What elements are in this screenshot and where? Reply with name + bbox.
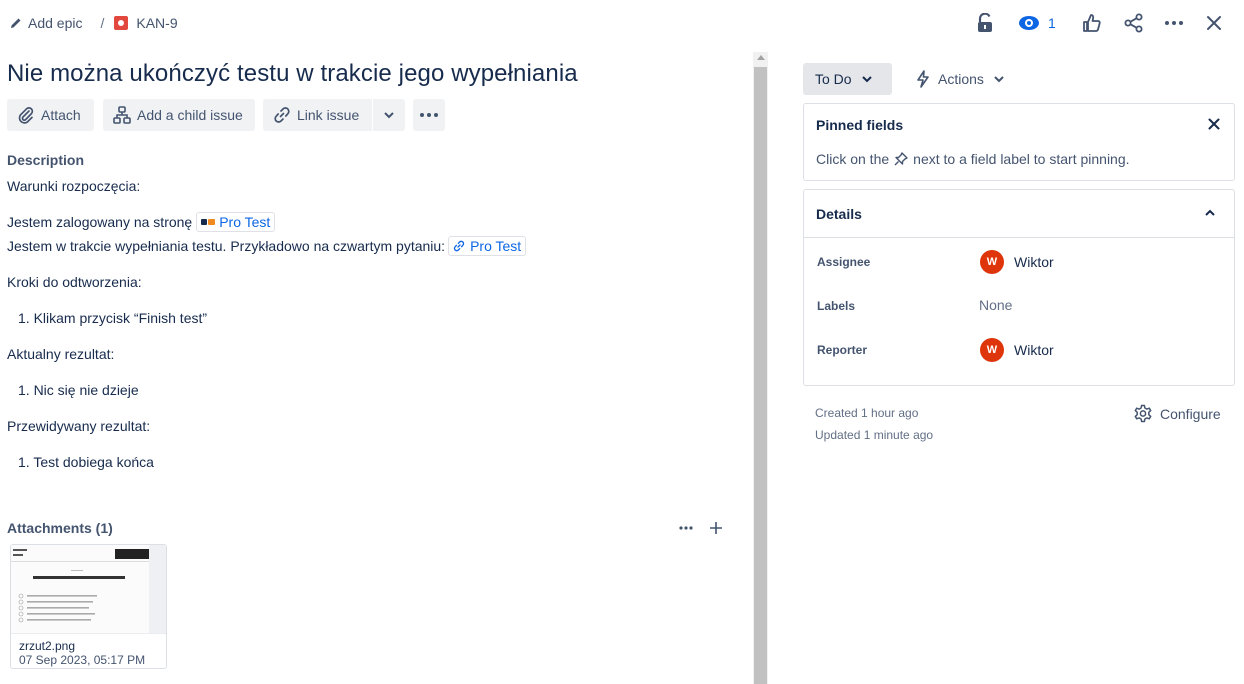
issue-key-link[interactable]: KAN-9 (136, 15, 177, 31)
description-line: Kroki do odtworzenia: (7, 274, 142, 290)
reporter-label: Reporter (817, 343, 868, 357)
pinned-hint-text: next to a field label to start pinning. (913, 151, 1130, 167)
share-icon[interactable] (1122, 11, 1146, 35)
assignee-name: Wiktor (1014, 254, 1054, 270)
pinned-fields-title: Pinned fields (816, 117, 904, 133)
smart-link-label: Pro Test (470, 238, 522, 254)
description-text: Jestem w trakcie wypełniania testu. Przy… (7, 238, 446, 254)
close-icon[interactable] (1202, 11, 1226, 35)
scroll-up-arrow-icon[interactable] (757, 55, 765, 60)
link-icon (273, 106, 291, 124)
site-favicon-icon (201, 218, 216, 226)
chevron-down-icon (994, 75, 1004, 83)
created-timestamp: Created 1 hour ago (815, 406, 919, 420)
add-child-label: Add a child issue (137, 107, 243, 123)
configure-label: Configure (1160, 406, 1221, 422)
description-line: Jestem w trakcie wypełniania testu. Przy… (7, 236, 527, 256)
actions-label: Actions (938, 71, 984, 87)
description-text: Jestem zalogowany na stronę (7, 214, 193, 230)
description-line: Aktualny rezultat: (7, 346, 115, 362)
chevron-up-icon (1205, 209, 1215, 216)
assignee-label: Assignee (817, 255, 871, 269)
updated-timestamp: Updated 1 minute ago (815, 428, 934, 442)
status-dropdown[interactable]: To Do (803, 63, 892, 95)
reporter-field[interactable]: W Wiktor (980, 338, 1054, 362)
status-label: To Do (815, 71, 852, 87)
configure-button[interactable]: Configure (1133, 404, 1221, 424)
avatar: W (980, 250, 1004, 274)
link-issue-button[interactable]: Link issue (263, 99, 372, 131)
lightning-icon (916, 70, 930, 88)
more-actions-button[interactable] (413, 99, 445, 131)
description-heading: Description (7, 152, 85, 168)
gear-icon (1133, 404, 1153, 424)
smart-link[interactable]: Pro Test (448, 236, 527, 256)
reporter-name: Wiktor (1014, 342, 1054, 358)
link-issue-dropdown[interactable] (373, 99, 405, 131)
attachments-more-icon[interactable] (675, 518, 697, 538)
close-icon[interactable] (1208, 118, 1220, 130)
bug-type-icon (114, 16, 129, 30)
chevron-down-icon (861, 75, 872, 83)
actions-dropdown[interactable]: Actions (906, 63, 1016, 95)
link-icon (453, 240, 465, 252)
watch-count: 1 (1048, 15, 1056, 31)
pin-icon (894, 152, 908, 166)
attachment-date: 07 Sep 2023, 05:17 PM (19, 653, 146, 667)
scrollbar-thumb[interactable] (754, 67, 767, 684)
description-line: Jestem zalogowany na stronę Pro Test (7, 212, 276, 232)
link-issue-label: Link issue (297, 107, 360, 123)
details-panel: Details Assignee W Wiktor Labels None Re… (803, 189, 1235, 386)
more-icon[interactable] (1162, 11, 1186, 35)
attachment-file-name: zrzut2.png (19, 639, 76, 653)
add-child-issue-button[interactable]: Add a child issue (103, 99, 255, 131)
attach-label: Attach (41, 107, 81, 123)
issue-title[interactable]: Nie można ukończyć testu w trakcie jego … (7, 60, 578, 88)
attachment-card[interactable]: zrzut2.png 07 Sep 2023, 05:17 PM (10, 544, 167, 669)
chevron-down-icon (384, 111, 394, 119)
labels-value[interactable]: None (979, 297, 1012, 313)
eye-icon (1018, 15, 1040, 31)
add-epic-link[interactable]: Add epic (28, 15, 82, 31)
breadcrumb: Add epic / KAN-9 (10, 13, 178, 33)
list-item: 1. Nic się nie dzieje (18, 382, 139, 398)
attachments-heading: Attachments (1) (7, 520, 113, 536)
pencil-icon (10, 17, 22, 29)
lock-icon[interactable] (973, 11, 997, 35)
add-attachment-icon[interactable] (706, 518, 726, 538)
smart-link-label: Pro Test (219, 214, 271, 230)
description-line: Warunki rozpoczęcia: (7, 178, 141, 194)
thumbs-up-icon[interactable] (1080, 11, 1104, 35)
watch-button[interactable]: 1 (1018, 11, 1056, 35)
assignee-field[interactable]: W Wiktor (980, 250, 1054, 274)
breadcrumb-separator: / (100, 15, 105, 31)
paperclip-icon (17, 106, 35, 124)
details-title: Details (816, 206, 862, 222)
avatar: W (980, 338, 1004, 362)
more-icon (419, 112, 439, 118)
details-header[interactable]: Details (804, 190, 1234, 238)
attach-button[interactable]: Attach (7, 99, 94, 131)
labels-label: Labels (817, 299, 856, 313)
pinned-fields-panel: Pinned fields Click on the next to a fie… (803, 103, 1235, 181)
hierarchy-icon (113, 106, 131, 124)
list-item: 1. Klikam przycisk “Finish test” (18, 310, 208, 326)
description-line: Przewidywany rezultat: (7, 418, 151, 434)
attachment-thumbnail (11, 545, 166, 634)
smart-link[interactable]: Pro Test (196, 212, 276, 232)
list-item: 1. Test dobiega końca (18, 454, 154, 470)
pinned-hint: Click on the next to a field label to st… (816, 151, 1130, 167)
pinned-hint-text: Click on the (816, 151, 890, 167)
